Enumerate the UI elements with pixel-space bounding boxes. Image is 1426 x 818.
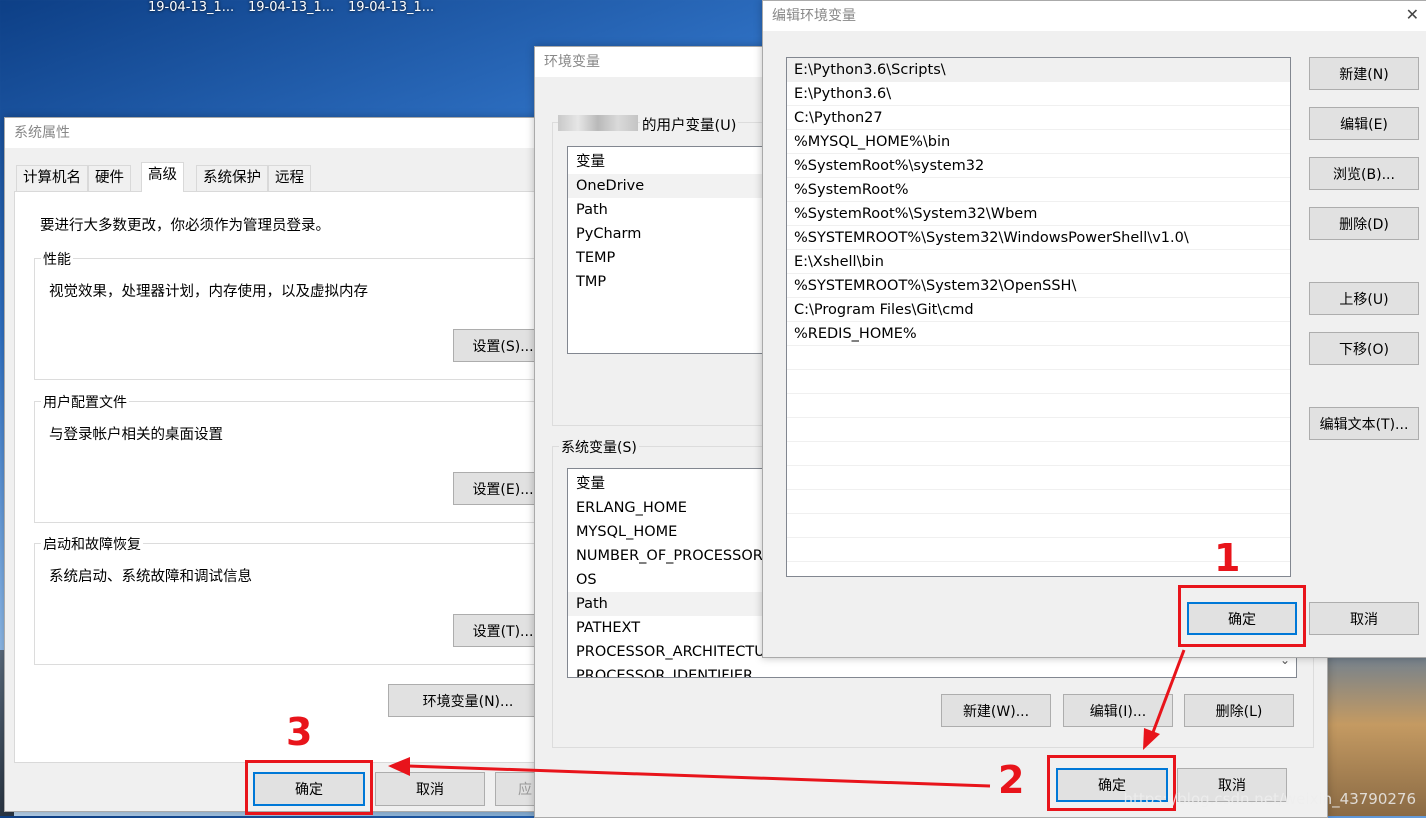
list-item[interactable]: TEMP bbox=[568, 246, 768, 270]
performance-desc: 视觉效果，处理器计划，内存使用，以及虚拟内存 bbox=[49, 284, 368, 300]
path-entry[interactable]: %REDIS_HOME% bbox=[787, 322, 1290, 346]
edit-text-button[interactable]: 编辑文本(T)... bbox=[1309, 407, 1419, 440]
environment-variables-button[interactable]: 环境变量(N)... bbox=[388, 684, 548, 717]
path-entry[interactable]: %SYSTEMROOT%\System32\WindowsPowerShell\… bbox=[787, 226, 1290, 250]
list-item[interactable]: Path bbox=[568, 198, 768, 222]
path-entry[interactable]: %SYSTEMROOT%\System32\OpenSSH\ bbox=[787, 274, 1290, 298]
list-item[interactable]: TMP bbox=[568, 270, 768, 294]
system-properties-title: 系统属性 bbox=[5, 118, 605, 148]
path-entry[interactable]: %SystemRoot%\system32 bbox=[787, 154, 1290, 178]
performance-label: 性能 bbox=[41, 249, 73, 269]
tab-hardware[interactable]: 硬件 bbox=[88, 165, 131, 191]
user-profile-desc: 与登录帐户相关的桌面设置 bbox=[49, 427, 223, 443]
edit-path-button[interactable]: 编辑(E) bbox=[1309, 107, 1419, 140]
list-item[interactable]: PROCESSOR_IDENTIFIER bbox=[568, 664, 1296, 677]
user-name-blurred bbox=[558, 115, 638, 131]
edit-env-var-title: 编辑环境变量 bbox=[763, 1, 1426, 31]
path-entry[interactable] bbox=[787, 370, 1290, 394]
startup-recovery-desc: 系统启动、系统故障和调试信息 bbox=[49, 569, 252, 585]
close-icon[interactable]: ✕ bbox=[1406, 5, 1419, 24]
watermark: https://blog.csdn.net/weixin_43790276 bbox=[1123, 790, 1416, 808]
tab-computer-name[interactable]: 计算机名 bbox=[16, 165, 88, 191]
user-vars-list[interactable]: 变量 OneDrive Path PyCharm TEMP TMP bbox=[567, 146, 769, 354]
list-item[interactable]: OneDrive bbox=[568, 174, 768, 198]
path-entry[interactable] bbox=[787, 442, 1290, 466]
highlight-box-1 bbox=[1178, 585, 1306, 647]
browse-path-button[interactable]: 浏览(B)... bbox=[1309, 157, 1419, 190]
path-entry[interactable]: C:\Program Files\Git\cmd bbox=[787, 298, 1290, 322]
tab-advanced[interactable]: 高级 bbox=[141, 162, 184, 192]
path-entry[interactable]: E:\Python3.6\ bbox=[787, 82, 1290, 106]
tab-system-protection[interactable]: 系统保护 bbox=[196, 165, 268, 191]
sysprops-cancel-button[interactable]: 取消 bbox=[375, 772, 485, 806]
user-vars-label: 的用户变量(U) bbox=[640, 114, 739, 135]
system-vars-label: 系统变量(S) bbox=[559, 437, 639, 457]
path-entry[interactable] bbox=[787, 466, 1290, 490]
tab-remote[interactable]: 远程 bbox=[268, 165, 311, 191]
path-entry[interactable]: %SystemRoot%\System32\Wbem bbox=[787, 202, 1290, 226]
path-entry[interactable] bbox=[787, 346, 1290, 370]
system-var-new-button[interactable]: 新建(W)... bbox=[941, 694, 1051, 727]
delete-path-button[interactable]: 删除(D) bbox=[1309, 207, 1419, 240]
path-entries-list[interactable]: E:\Python3.6\Scripts\ E:\Python3.6\ C:\Pyt… bbox=[786, 57, 1291, 577]
list-item[interactable]: PyCharm bbox=[568, 222, 768, 246]
user-vars-header[interactable]: 变量 bbox=[568, 150, 768, 174]
desktop-file-1[interactable]: 19-04-13_1... bbox=[148, 0, 234, 15]
path-entry[interactable]: E:\Python3.6\Scripts\ bbox=[787, 58, 1290, 82]
path-entry[interactable]: E:\Xshell\bin bbox=[787, 250, 1290, 274]
move-down-button[interactable]: 下移(O) bbox=[1309, 332, 1419, 365]
highlight-box-3 bbox=[245, 760, 373, 815]
move-up-button[interactable]: 上移(U) bbox=[1309, 282, 1419, 315]
system-var-edit-button[interactable]: 编辑(I)... bbox=[1063, 694, 1173, 727]
path-entry[interactable]: C:\Python27 bbox=[787, 106, 1290, 130]
step-number-1: 1 bbox=[1214, 536, 1241, 580]
path-entry[interactable]: %SystemRoot% bbox=[787, 178, 1290, 202]
new-path-button[interactable]: 新建(N) bbox=[1309, 57, 1419, 90]
user-profile-label: 用户配置文件 bbox=[41, 392, 129, 412]
edit-env-cancel-button[interactable]: 取消 bbox=[1309, 602, 1419, 635]
startup-recovery-label: 启动和故障恢复 bbox=[41, 534, 143, 554]
path-entry[interactable] bbox=[787, 490, 1290, 514]
path-entry[interactable]: %MYSQL_HOME%\bin bbox=[787, 130, 1290, 154]
path-entry[interactable] bbox=[787, 514, 1290, 538]
path-entry[interactable] bbox=[787, 418, 1290, 442]
step-number-3: 3 bbox=[286, 710, 313, 754]
system-var-delete-button[interactable]: 删除(L) bbox=[1184, 694, 1294, 727]
admin-note: 要进行大多数更改，你必须作为管理员登录。 bbox=[40, 218, 330, 234]
step-number-2: 2 bbox=[998, 758, 1025, 802]
desktop-file-2[interactable]: 19-04-13_1... bbox=[248, 0, 334, 15]
desktop-file-3[interactable]: 19-04-13_1... bbox=[348, 0, 434, 15]
path-entry[interactable] bbox=[787, 394, 1290, 418]
